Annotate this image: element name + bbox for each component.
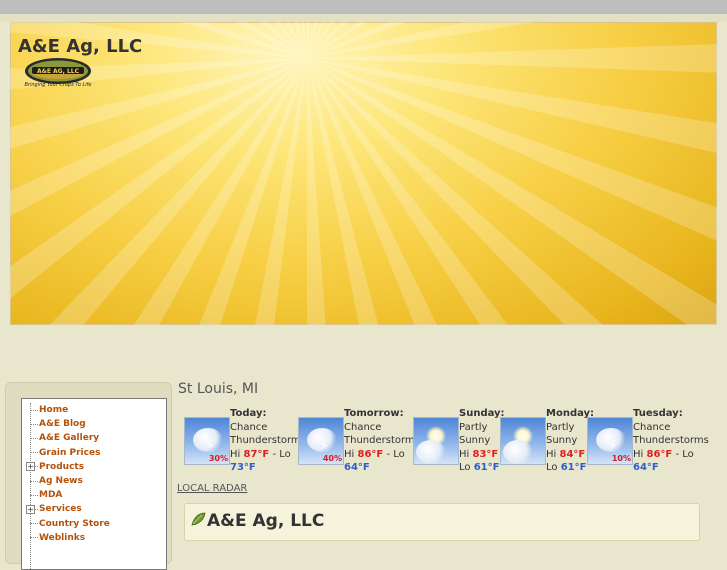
menu-item-label: Weblinks — [39, 532, 86, 543]
menu-tree-connector — [26, 490, 39, 500]
menu-item-label: Services — [39, 504, 82, 515]
menu-tree-connector — [26, 476, 39, 486]
lo-temp: 73°F — [230, 462, 256, 473]
hi-label: Hi — [230, 448, 241, 460]
temp-separator: - Lo — [386, 448, 405, 460]
menu-tree-connector — [26, 518, 39, 528]
expand-plus-icon[interactable]: + — [26, 504, 35, 514]
lo-label: Lo — [459, 462, 471, 473]
forecast-day-name: Tuesday: — [633, 408, 683, 419]
forecast-condition-2: Thunderstorms — [230, 435, 306, 446]
expand-plus-icon[interactable]: + — [26, 462, 35, 472]
svg-text:A&E AG, LLC: A&E AG, LLC — [37, 68, 80, 75]
logo-tagline: Bringing Your Crops To Life — [24, 82, 92, 88]
menu-item-6[interactable]: MDA — [26, 488, 62, 502]
hi-label: Hi — [633, 448, 644, 460]
menu-item-label: Products — [39, 461, 85, 472]
menu-tree-connector — [26, 405, 39, 415]
forecast-day: ⚡ 10% Tuesday: Chance Thunderstorms Hi 86°F -… — [587, 407, 709, 477]
company-logo[interactable]: A&E AG, LLC Bringing Your Crops To Life — [18, 56, 98, 94]
lo-temp: 64°F — [633, 462, 659, 473]
menu-item-5[interactable]: Ag News — [26, 474, 83, 488]
sunburst-rays — [10, 22, 717, 325]
precip-chance: 40% — [322, 454, 342, 463]
forecast-text: Today: Chance Thunderstorms Hi 87°F - Lo 73°… — [230, 407, 306, 475]
hi-temp: 86°F — [357, 448, 384, 460]
main-menu: Home A&E Blog A&E Gallery Grain Prices + Prod… — [21, 398, 167, 570]
forecast-text: Sunday:PartlySunnyHi 83°F -Lo 61°F — [459, 407, 505, 475]
hi-label: Hi — [546, 448, 557, 460]
lo-temp: 61°F — [560, 462, 587, 473]
menu-tree-connector — [26, 419, 39, 429]
precip-chance: 30% — [208, 454, 228, 463]
hi-label: Hi — [459, 448, 470, 460]
banner-spacer — [0, 325, 727, 377]
menu-item-3[interactable]: Grain Prices — [26, 446, 100, 460]
article-leaf-icon — [191, 512, 206, 526]
thunderstorm-icon: ⚡ 10% — [587, 417, 633, 465]
menu-tree-connector — [26, 433, 39, 443]
menu-item-2[interactable]: A&E Gallery — [26, 431, 99, 445]
forecast-condition-1: Chance — [633, 421, 671, 433]
header-banner: A&E Ag, LLC A&E AG, LLC Bringing Your Cr… — [10, 22, 717, 325]
forecast-condition-2: Thunderstorms — [344, 435, 420, 446]
forecast-day: ⚡ 30% Today: Chance Thunderstorms Hi 87°F - L… — [184, 407, 306, 477]
forecast-condition-1: Partly — [459, 421, 488, 433]
menu-item-9[interactable]: Weblinks — [26, 531, 85, 545]
hi-temp: 86°F — [646, 448, 673, 460]
menu-tree-connector — [26, 447, 39, 457]
menu-item-1[interactable]: A&E Blog — [26, 417, 86, 431]
hi-label: Hi — [344, 448, 355, 460]
forecast-condition-1: Chance — [230, 421, 268, 433]
forecast-day-name: Sunday: — [459, 408, 505, 419]
menu-item-label: Home — [39, 405, 69, 415]
top-strip-shadow — [0, 14, 727, 22]
site-title[interactable]: A&E Ag, LLC — [18, 36, 142, 57]
forecast-day-name: Tomorrow: — [344, 408, 404, 419]
forecast-condition-1: Chance — [344, 421, 382, 433]
forecast-day: ⚡ 40% Tomorrow: Chance Thunderstorms Hi 86°F … — [298, 407, 420, 477]
forecast-condition-2: Thunderstorms — [633, 435, 709, 446]
menu-item-4[interactable]: + Products — [26, 460, 84, 474]
partly-sunny-icon — [500, 417, 546, 465]
menu-tree-connector — [26, 532, 39, 542]
temp-separator: - Lo — [272, 448, 291, 460]
top-strip — [0, 0, 727, 14]
menu-item-label: Grain Prices — [39, 447, 101, 458]
menu-item-label: A&E Gallery — [39, 433, 100, 444]
article-header: A&E Ag, LLC — [184, 503, 700, 541]
article-title[interactable]: A&E Ag, LLC — [207, 511, 324, 531]
lo-label: Lo — [546, 462, 558, 473]
thunderstorm-icon: ⚡ 40% — [298, 417, 344, 465]
hi-temp: 83°F — [472, 448, 499, 460]
menu-item-label: A&E Blog — [39, 419, 86, 430]
menu-item-0[interactable]: Home — [26, 403, 68, 417]
sidebar: Home A&E Blog A&E Gallery Grain Prices + Prod… — [5, 382, 172, 570]
menu-tree-connector: + — [26, 504, 39, 514]
menu-item-7[interactable]: + Services — [26, 502, 82, 516]
forecast-text: Tuesday: Chance Thunderstorms Hi 86°F - Lo 6… — [633, 407, 709, 475]
partly-sunny-icon — [413, 417, 459, 465]
lo-temp: 64°F — [344, 462, 370, 473]
forecast-condition-2: Sunny — [459, 435, 491, 446]
precip-chance: 10% — [611, 454, 631, 463]
local-radar-link[interactable]: LOCAL RADAR — [177, 483, 247, 494]
weather-city: St Louis, MI — [178, 381, 259, 397]
hi-temp: 87°F — [243, 448, 270, 460]
temp-separator: - Lo — [675, 448, 694, 460]
forecast-text: Tomorrow: Chance Thunderstorms Hi 86°F - Lo… — [344, 407, 420, 475]
menu-tree-connector: + — [26, 461, 39, 472]
menu-item-label: Country Store — [39, 518, 110, 529]
menu-item-label: MDA — [39, 490, 63, 501]
forecast-day-name: Today: — [230, 408, 267, 419]
menu-item-label: Ag News — [39, 476, 83, 486]
hi-temp: 84°F — [559, 448, 586, 460]
thunderstorm-icon: ⚡ 30% — [184, 417, 230, 465]
menu-item-8[interactable]: Country Store — [26, 517, 110, 531]
lo-temp: 61°F — [473, 462, 500, 473]
